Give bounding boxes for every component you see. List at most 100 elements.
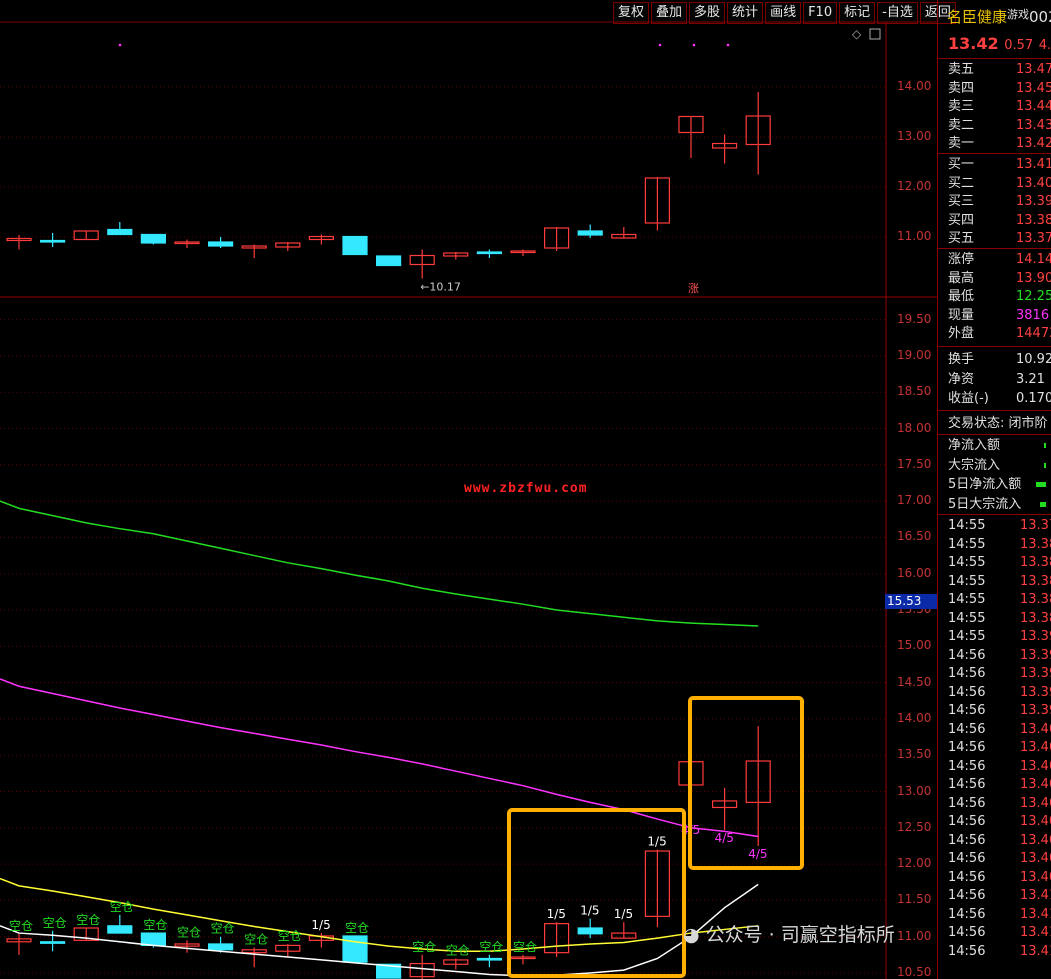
signal-label: 空仓 bbox=[244, 933, 268, 947]
stat2-row-key: 换手 bbox=[948, 352, 975, 367]
tick-time: 14:55 bbox=[948, 610, 986, 626]
tick-row: 14:55 13.38 bbox=[948, 554, 1051, 573]
flow-label: 净流入额 bbox=[948, 438, 1001, 453]
stat-row-key: 现量 bbox=[948, 307, 975, 323]
ma-magenta-line bbox=[0, 678, 759, 838]
tick-row: 14:56 13.40 bbox=[948, 721, 1051, 740]
signal-label: 空仓 bbox=[513, 940, 537, 954]
upper-axis-label: 12.00 bbox=[897, 179, 932, 193]
tick-time: 14:55 bbox=[948, 629, 986, 644]
stat-row: 现量 3816 bbox=[948, 306, 1049, 325]
tick-row: 14:56 13.41 bbox=[948, 943, 1051, 962]
stat-row-key: 最低 bbox=[948, 289, 975, 304]
ask-row: 卖一 13.42 bbox=[948, 134, 1051, 153]
lower-axis-label: 15.00 bbox=[897, 638, 932, 653]
tick-row: 14:56 13.40 bbox=[948, 795, 1051, 814]
upper-candle bbox=[342, 235, 368, 256]
stock-header[interactable]: 名臣健康游戏002 bbox=[947, 6, 1051, 27]
tick-price: 13.40 bbox=[1020, 832, 1051, 848]
signal-label: 1/5 bbox=[647, 835, 666, 849]
bid-row: 买三 13.39 bbox=[948, 192, 1051, 211]
lower-axis-label: 16.50 bbox=[897, 529, 932, 544]
tick-row: 14:56 13.39 bbox=[948, 684, 1051, 703]
tick-time: 14:56 bbox=[948, 647, 986, 663]
wechat-label: ◕ 公众号 · 司赢空指标所 bbox=[683, 920, 895, 947]
upper-candle bbox=[140, 233, 166, 244]
signal-dot bbox=[692, 43, 696, 47]
tick-price: 13.41 bbox=[1020, 906, 1051, 922]
flow-bar bbox=[1044, 443, 1046, 448]
tick-time: 14:56 bbox=[948, 925, 986, 940]
tick-time: 14:55 bbox=[948, 536, 986, 552]
flow-label: 5日大宗流入 bbox=[948, 496, 1022, 512]
stat-row-key: 外盘 bbox=[948, 326, 975, 341]
price-pct: 4.4 bbox=[1038, 38, 1051, 53]
bid-row: 买五 13.37 bbox=[948, 229, 1051, 248]
signal-label: 空仓 bbox=[177, 925, 201, 939]
bid-row-value: 13.38 bbox=[1016, 212, 1051, 228]
tick-row: 14:55 13.38 bbox=[948, 573, 1051, 592]
upper-candle bbox=[208, 241, 234, 247]
signal-label: 空仓 bbox=[446, 943, 470, 957]
bid-row: 买四 13.38 bbox=[948, 211, 1051, 230]
tick-time: 14:56 bbox=[948, 869, 986, 885]
tick-price: 13.38 bbox=[1020, 555, 1051, 570]
bid-row: 买二 13.40 bbox=[948, 174, 1051, 193]
tick-price: 13.39 bbox=[1020, 666, 1051, 681]
tick-price: 13.39 bbox=[1020, 684, 1051, 700]
signal-dot bbox=[658, 43, 662, 47]
tick-time: 14:56 bbox=[948, 851, 986, 866]
tick-time: 14:55 bbox=[948, 592, 986, 607]
tick-row: 14:56 13.40 bbox=[948, 869, 1051, 888]
tick-row: 14:56 13.41 bbox=[948, 924, 1051, 943]
bid-row-key: 买三 bbox=[948, 194, 975, 209]
stat2-row-value: 3.21 bbox=[1016, 371, 1045, 387]
ask-row: 卖二 13.43 bbox=[948, 116, 1051, 135]
tick-price: 13.40 bbox=[1020, 721, 1051, 737]
bid-row-key: 买二 bbox=[948, 175, 975, 191]
wechat-text: 公众号 · 司赢空指标所 bbox=[705, 924, 895, 946]
stat-row-key: 涨停 bbox=[948, 252, 975, 267]
stat-row-value: 14.14 bbox=[1016, 252, 1051, 267]
signal-label: 空仓 bbox=[211, 922, 235, 936]
ask-row: 卖四 13.45 bbox=[948, 79, 1051, 98]
signal-label: 空仓 bbox=[110, 900, 134, 914]
tick-time: 14:56 bbox=[948, 666, 986, 681]
upper-candle bbox=[476, 251, 502, 255]
lower-axis-label: 18.00 bbox=[897, 420, 932, 435]
low-annotation: ←10.17 bbox=[420, 281, 461, 294]
signal-label: 1/5 bbox=[311, 918, 330, 932]
tick-time: 14:55 bbox=[948, 518, 986, 533]
tick-row: 14:55 13.38 bbox=[948, 610, 1051, 629]
stat-row-value: 12.25 bbox=[1016, 289, 1051, 304]
ask-row-key: 卖五 bbox=[948, 62, 975, 77]
tick-time: 14:56 bbox=[948, 740, 986, 755]
wechat-icon: ◕ bbox=[683, 924, 706, 946]
ask-row-value: 13.47 bbox=[1016, 62, 1051, 77]
stat-row-value: 3816 bbox=[1016, 307, 1050, 323]
sector-tag[interactable]: 游戏 bbox=[1007, 8, 1029, 21]
ask-row-key: 卖二 bbox=[948, 117, 975, 133]
stock-name: 名臣健康 bbox=[947, 8, 1008, 26]
lower-candle bbox=[476, 957, 502, 961]
ask-row-key: 卖三 bbox=[948, 99, 975, 114]
bid-row-value: 13.41 bbox=[1016, 157, 1051, 172]
stock-code: 002 bbox=[1029, 8, 1051, 26]
last-price-line: 13.42 0.57 4.4 bbox=[948, 34, 1051, 53]
tick-price: 13.41 bbox=[1020, 888, 1051, 903]
tick-row: 14:56 13.41 bbox=[948, 887, 1051, 906]
tick-row: 14:56 13.40 bbox=[948, 813, 1051, 832]
lower-axis-label: 10.50 bbox=[897, 965, 932, 979]
ma-yellow-line bbox=[0, 877, 759, 952]
lower-axis-label: 11.50 bbox=[897, 892, 932, 907]
tick-price: 13.38 bbox=[1020, 592, 1051, 607]
signal-label: 4/5 bbox=[748, 847, 767, 861]
tick-price: 13.40 bbox=[1020, 814, 1051, 829]
lower-candle bbox=[577, 927, 603, 935]
lower-candle bbox=[107, 925, 133, 934]
ask-row-value: 13.43 bbox=[1016, 117, 1051, 133]
lower-axis-label: 14.00 bbox=[897, 710, 932, 725]
stat2-row: 换手 10.92% bbox=[948, 350, 1051, 369]
lower-axis-label: 17.00 bbox=[897, 493, 932, 508]
ask-row-key: 卖一 bbox=[948, 136, 975, 151]
